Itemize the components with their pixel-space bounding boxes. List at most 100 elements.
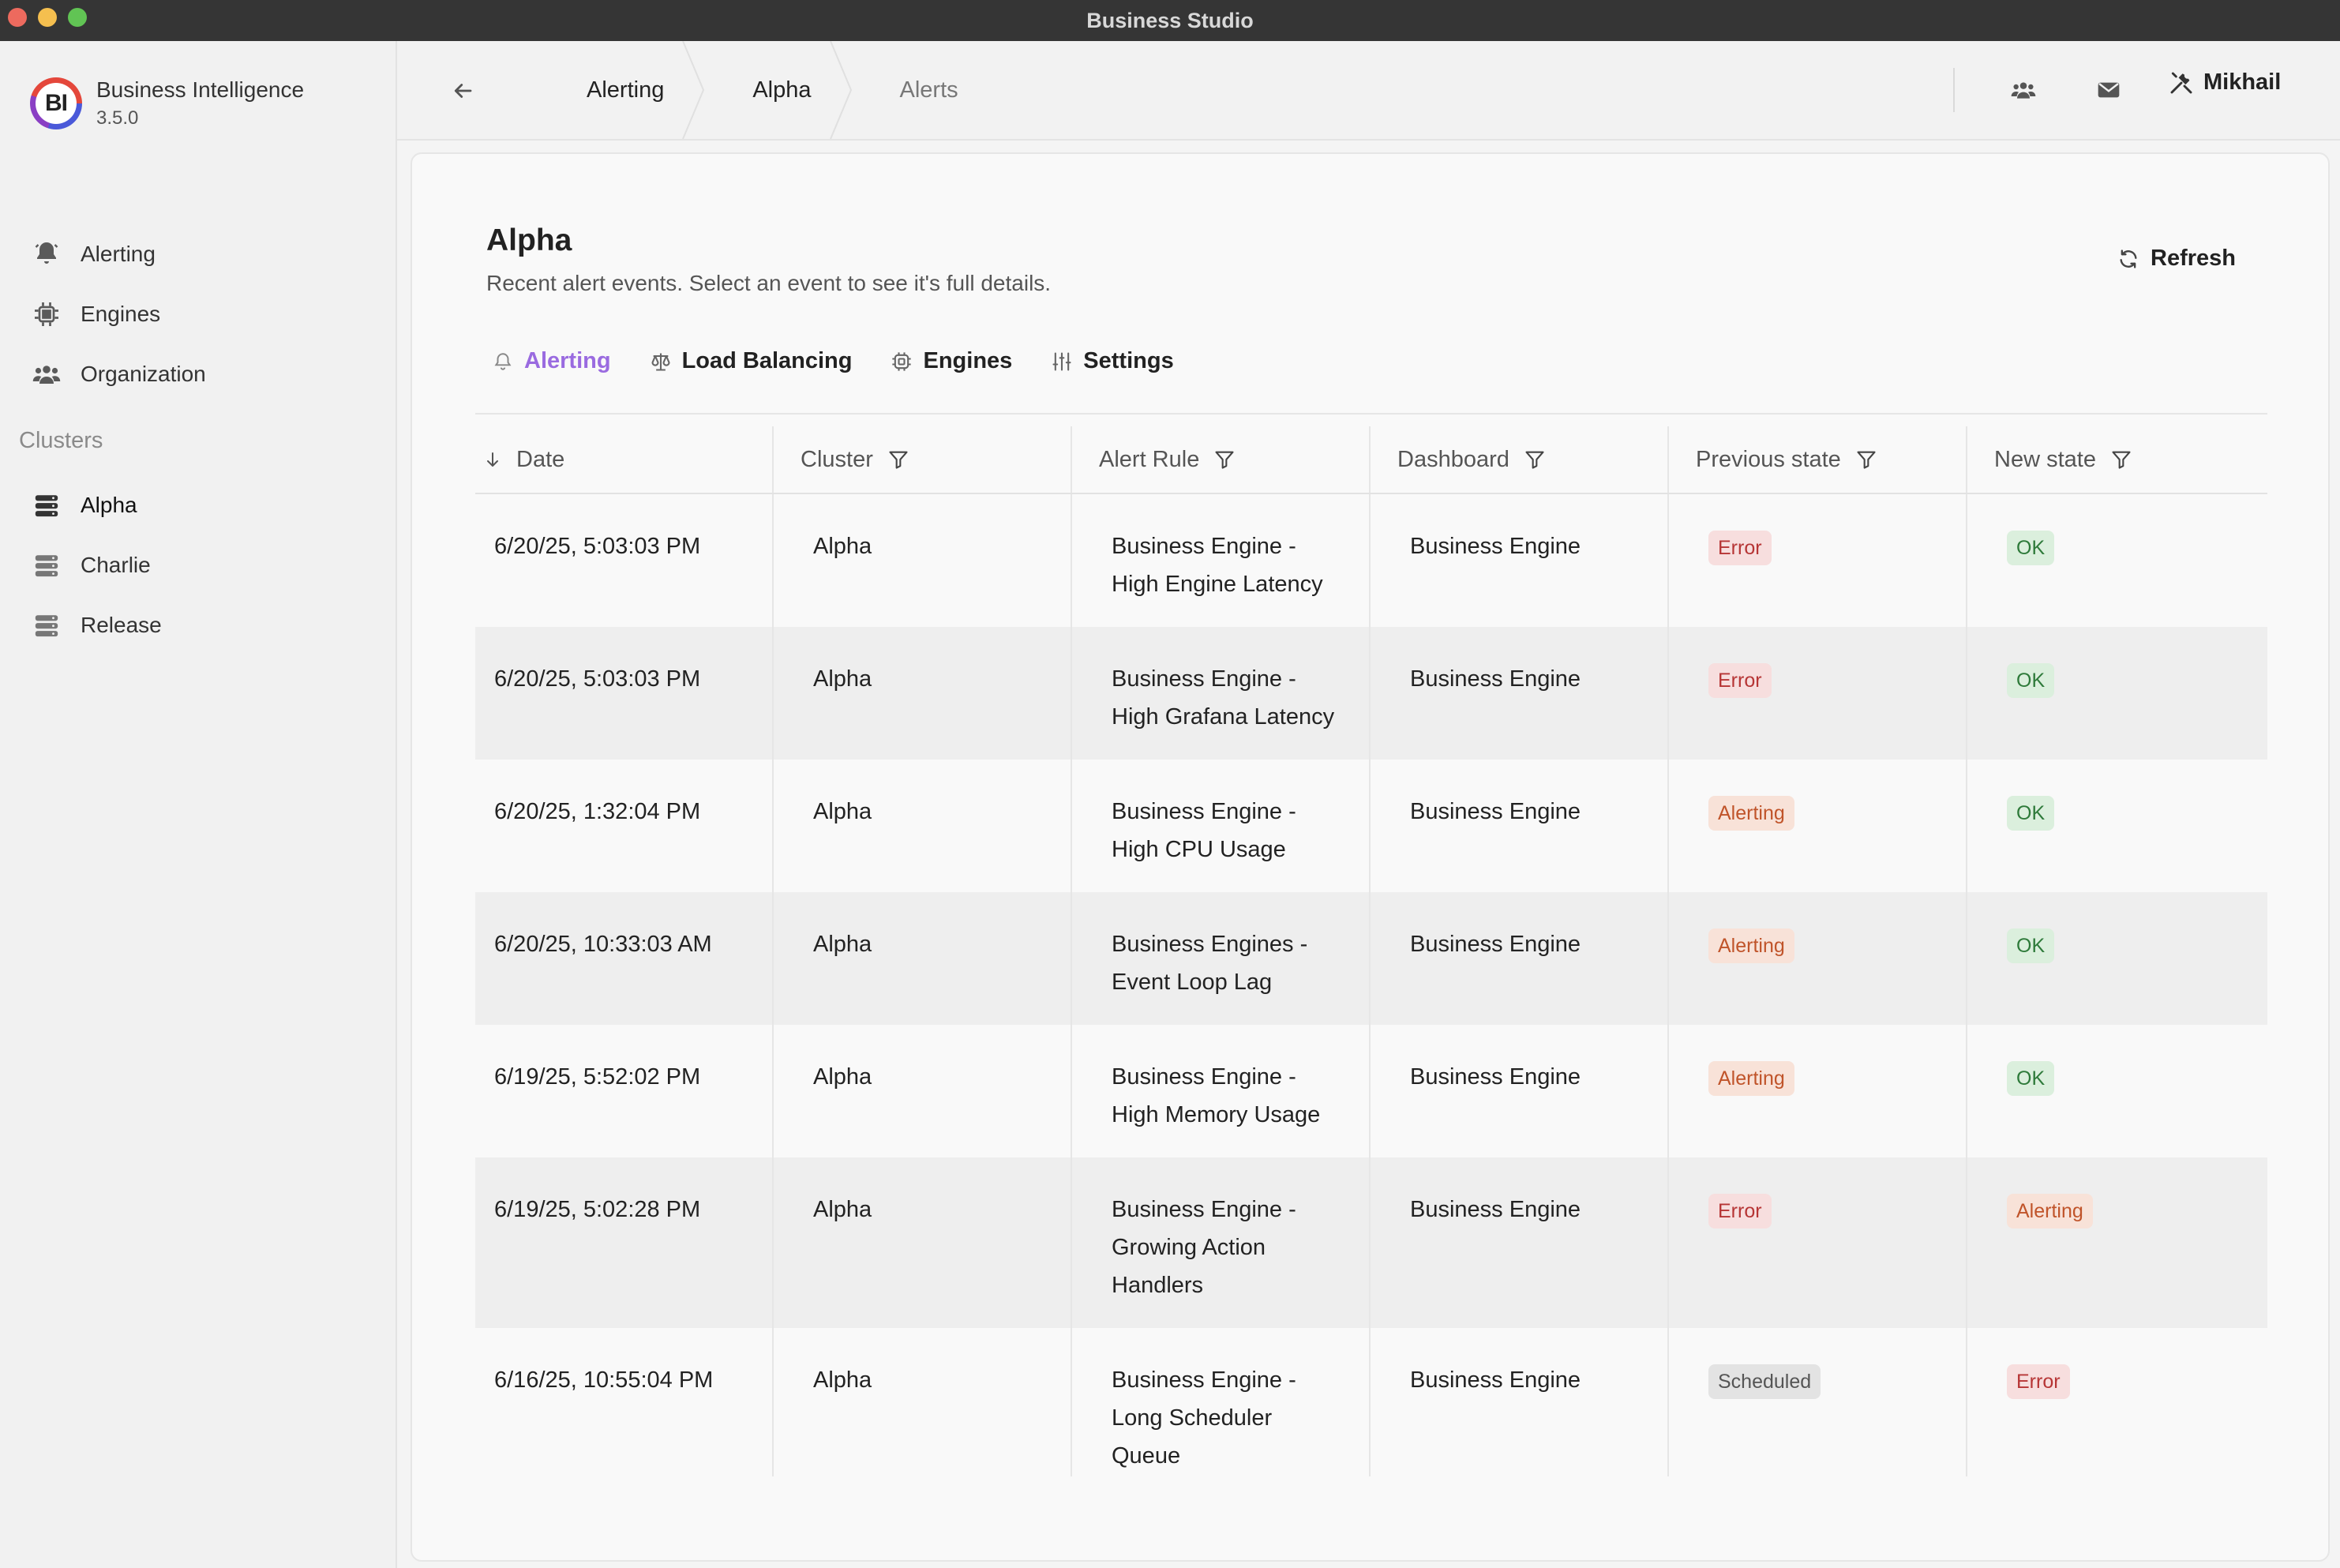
table-row[interactable]: 6/20/25, 5:03:03 PM Alpha Business Engine … [475, 627, 2267, 760]
breadcrumb-alerts[interactable]: Alerts [853, 41, 999, 139]
brand-logo-text: BI [36, 83, 77, 124]
breadcrumb-label: Alerts [899, 77, 958, 103]
table-body: 6/20/25, 5:03:03 PM Alpha Business Engine … [475, 494, 2267, 1476]
sidebar-item-label: Engines [81, 302, 161, 326]
column-header-label: Alert Rule [1099, 446, 1200, 472]
cell-alert-rule: Business Engine - Growing Action Handlers [1072, 1157, 1371, 1328]
sidebar-item-label: Alerting [81, 242, 156, 266]
breadcrumb-label: Alerting [587, 77, 665, 103]
tabs-divider [475, 413, 2267, 415]
window-controls [8, 8, 87, 27]
tab-load-balancing[interactable]: Load Balancing [649, 348, 853, 374]
cluster-item-release[interactable]: Release [32, 595, 162, 655]
filter-icon[interactable] [1855, 448, 1877, 471]
cell-date: 6/20/25, 1:32:04 PM [475, 760, 774, 892]
table-row[interactable]: 6/19/25, 5:02:28 PM Alpha Business Engine … [475, 1157, 2267, 1328]
cluster-item-alpha[interactable]: Alpha [32, 475, 162, 535]
main-card: Alpha Recent alert events. Select an eve… [411, 152, 2330, 1562]
status-badge: OK [2007, 663, 2055, 698]
sidebar-nav: Alerting Engines Organization [32, 224, 206, 404]
cell-alert-rule: Business Engine - High Engine Latency [1072, 494, 1371, 627]
cluster-item-label: Release [81, 613, 162, 637]
cell-previous-state: Alerting [1669, 1025, 1967, 1157]
breadcrumb-alpha[interactable]: Alpha [705, 41, 852, 139]
chip-icon [890, 350, 913, 373]
brand: BI Business Intelligence 3.5.0 [30, 77, 304, 129]
brand-version: 3.5.0 [96, 107, 139, 129]
alert-rule-line: Business Engines - [1112, 932, 1308, 957]
bell-icon [491, 350, 515, 373]
tab-label: Engines [923, 348, 1013, 373]
cell-date: 6/19/25, 5:52:02 PM [475, 1025, 774, 1157]
back-button[interactable] [444, 73, 481, 109]
clusters-heading: Clusters [19, 428, 103, 453]
sidebar-item-label: Organization [81, 362, 206, 386]
tab-alerting[interactable]: Alerting [491, 348, 611, 374]
breadcrumb: Alerting Alpha Alerts [508, 41, 999, 139]
cell-alert-rule: Business Engine - High Grafana Latency [1072, 627, 1371, 760]
table-row[interactable]: 6/16/25, 10:55:04 PM Alpha Business Engine… [475, 1328, 2267, 1476]
maximize-window-button[interactable] [68, 8, 87, 27]
table-row[interactable]: 6/20/25, 5:03:03 PM Alpha Business Engine … [475, 494, 2267, 627]
team-button[interactable] [2006, 73, 2041, 107]
table-row[interactable]: 6/19/25, 5:52:02 PM Alpha Business Engine … [475, 1025, 2267, 1157]
filter-icon[interactable] [887, 448, 909, 471]
alert-rule-line: Event Loop Lag [1112, 970, 1273, 995]
sidebar-item-organization[interactable]: Organization [32, 344, 206, 404]
refresh-button[interactable]: Refresh [2117, 246, 2236, 272]
chevron-right-icon [829, 41, 852, 139]
alert-rule-line: Growing Action [1112, 1235, 1266, 1260]
window-title: Business Studio [1086, 8, 1254, 32]
tab-label: Load Balancing [681, 348, 853, 373]
tab-settings[interactable]: Settings [1050, 348, 1174, 374]
sliders-icon [1050, 350, 1074, 373]
minimize-window-button[interactable] [38, 8, 57, 27]
status-badge: OK [2007, 1061, 2055, 1096]
cell-previous-state: Alerting [1669, 760, 1967, 892]
cell-dashboard: Business Engine [1371, 1157, 1669, 1328]
top-header: Alerting Alpha Alerts Mikhail [397, 41, 2340, 141]
filter-icon[interactable] [1524, 448, 1546, 471]
scale-icon [649, 350, 673, 373]
alert-rule-line: High CPU Usage [1112, 837, 1286, 862]
cell-new-state: OK [1967, 760, 2266, 892]
cell-dashboard: Business Engine [1371, 892, 1669, 1025]
user-menu[interactable]: Mikhail [2169, 69, 2281, 96]
cluster-item-label: Alpha [81, 493, 137, 517]
close-window-button[interactable] [8, 8, 27, 27]
breadcrumb-alerting[interactable]: Alerting [508, 41, 705, 139]
filter-icon[interactable] [1213, 448, 1236, 471]
column-header-alert-rule: Alert Rule [1072, 426, 1371, 493]
server-icon [32, 490, 62, 520]
table-row[interactable]: 6/20/25, 1:32:04 PM Alpha Business Engine … [475, 760, 2267, 892]
cell-cluster: Alpha [774, 1328, 1072, 1476]
cell-dashboard: Business Engine [1371, 1328, 1669, 1476]
server-icon [32, 610, 62, 640]
alert-rule-line: High Memory Usage [1112, 1102, 1321, 1127]
column-header-label: Date [516, 446, 565, 472]
column-header-previous-state: Previous state [1669, 426, 1967, 493]
cell-previous-state: Error [1669, 627, 1967, 760]
tab-label: Settings [1083, 348, 1174, 373]
cell-previous-state: Scheduled [1669, 1328, 1967, 1476]
cell-date: 6/20/25, 5:03:03 PM [475, 494, 774, 627]
cell-date: 6/19/25, 5:02:28 PM [475, 1157, 774, 1328]
filter-icon[interactable] [2110, 448, 2132, 471]
sidebar: BI Business Intelligence 3.5.0 Alerting … [0, 41, 397, 1568]
table-row[interactable]: 6/20/25, 10:33:03 AM Alpha Business Engine… [475, 892, 2267, 1025]
alert-rule-line: Business Engine - [1112, 1064, 1296, 1090]
cluster-item-charlie[interactable]: Charlie [32, 535, 162, 595]
arrow-left-icon [454, 84, 472, 98]
column-header-date[interactable]: Date [475, 426, 774, 493]
messages-button[interactable] [2091, 73, 2126, 107]
page-subtitle: Recent alert events. Select an event to … [486, 271, 1052, 295]
tab-engines[interactable]: Engines [890, 348, 1012, 374]
alert-rule-line: High Engine Latency [1112, 572, 1323, 597]
sidebar-item-alerting[interactable]: Alerting [32, 224, 206, 284]
sidebar-item-engines[interactable]: Engines [32, 284, 206, 344]
column-header-cluster: Cluster [774, 426, 1072, 493]
status-badge: Alerting [1708, 796, 1794, 831]
status-badge: Error [2007, 1364, 2070, 1399]
cell-alert-rule: Business Engine - Long Scheduler Queue [1072, 1328, 1371, 1476]
cell-new-state: OK [1967, 494, 2266, 627]
